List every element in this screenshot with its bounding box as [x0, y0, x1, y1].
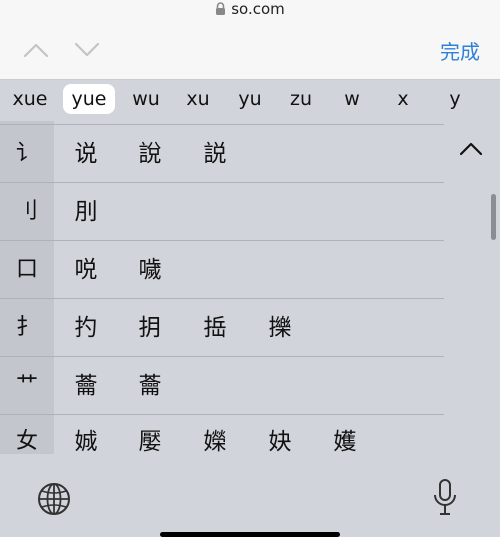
- home-indicator[interactable]: [160, 532, 340, 537]
- pinyin-option[interactable]: zu: [281, 84, 321, 114]
- collapse-candidates-chevron-up-icon[interactable]: [458, 140, 484, 158]
- pinyin-option[interactable]: wu: [126, 84, 166, 114]
- radical-filter[interactable]: 刂: [0, 183, 54, 241]
- pinyin-option[interactable]: y: [439, 84, 471, 114]
- candidate-char[interactable]: 嬳: [325, 413, 365, 471]
- pinyin-option[interactable]: w: [336, 84, 368, 114]
- radical-filter[interactable]: 扌: [0, 299, 54, 357]
- pinyin-option[interactable]: xue: [5, 84, 55, 114]
- microphone-icon[interactable]: [432, 478, 458, 518]
- candidate-char[interactable]: 噦: [130, 241, 170, 299]
- pinyin-option[interactable]: x: [387, 84, 419, 114]
- pinyin-options-row: xue yue wu xu yu zu w x y: [0, 80, 500, 120]
- pinyin-option-selected[interactable]: yue: [63, 84, 115, 114]
- globe-icon[interactable]: [36, 481, 72, 517]
- candidate-char[interactable]: 抈: [130, 299, 170, 357]
- candidate-char[interactable]: 說: [130, 125, 170, 183]
- next-field-chevron-down-icon[interactable]: [73, 40, 101, 60]
- radical-filter[interactable]: 艹: [0, 357, 54, 415]
- done-button[interactable]: 完成: [440, 36, 480, 65]
- candidate-char[interactable]: 妜: [260, 413, 300, 471]
- url-bar[interactable]: so.com: [0, 0, 500, 22]
- keyboard-accessory-bar: 完成: [0, 22, 500, 80]
- candidate-char[interactable]: 捳: [195, 299, 235, 357]
- previous-field-chevron-up-icon[interactable]: [22, 40, 50, 60]
- candidate-char[interactable]: 娍: [66, 413, 106, 471]
- candidate-char[interactable]: 扚: [66, 299, 106, 357]
- lock-icon: [215, 1, 226, 19]
- candidates-scrollbar[interactable]: [491, 194, 496, 240]
- candidate-char[interactable]: 嬫: [195, 413, 235, 471]
- pinyin-option[interactable]: yu: [230, 84, 270, 114]
- radical-filter[interactable]: 女: [0, 413, 54, 471]
- radical-filter[interactable]: 口: [0, 241, 54, 299]
- candidate-char[interactable]: 蘥: [66, 357, 106, 415]
- url-text: so.com: [231, 0, 285, 18]
- candidate-char[interactable]: 説: [195, 125, 235, 183]
- candidate-char[interactable]: 哾: [66, 241, 106, 299]
- pinyin-option[interactable]: xu: [178, 84, 218, 114]
- candidate-char[interactable]: 刖: [66, 183, 106, 241]
- candidate-char[interactable]: 说: [66, 125, 106, 183]
- candidate-char[interactable]: 蘥: [130, 357, 170, 415]
- candidate-char[interactable]: 嬮: [130, 413, 170, 471]
- radical-filter[interactable]: 讠: [0, 125, 54, 183]
- candidate-char[interactable]: 擽: [260, 299, 300, 357]
